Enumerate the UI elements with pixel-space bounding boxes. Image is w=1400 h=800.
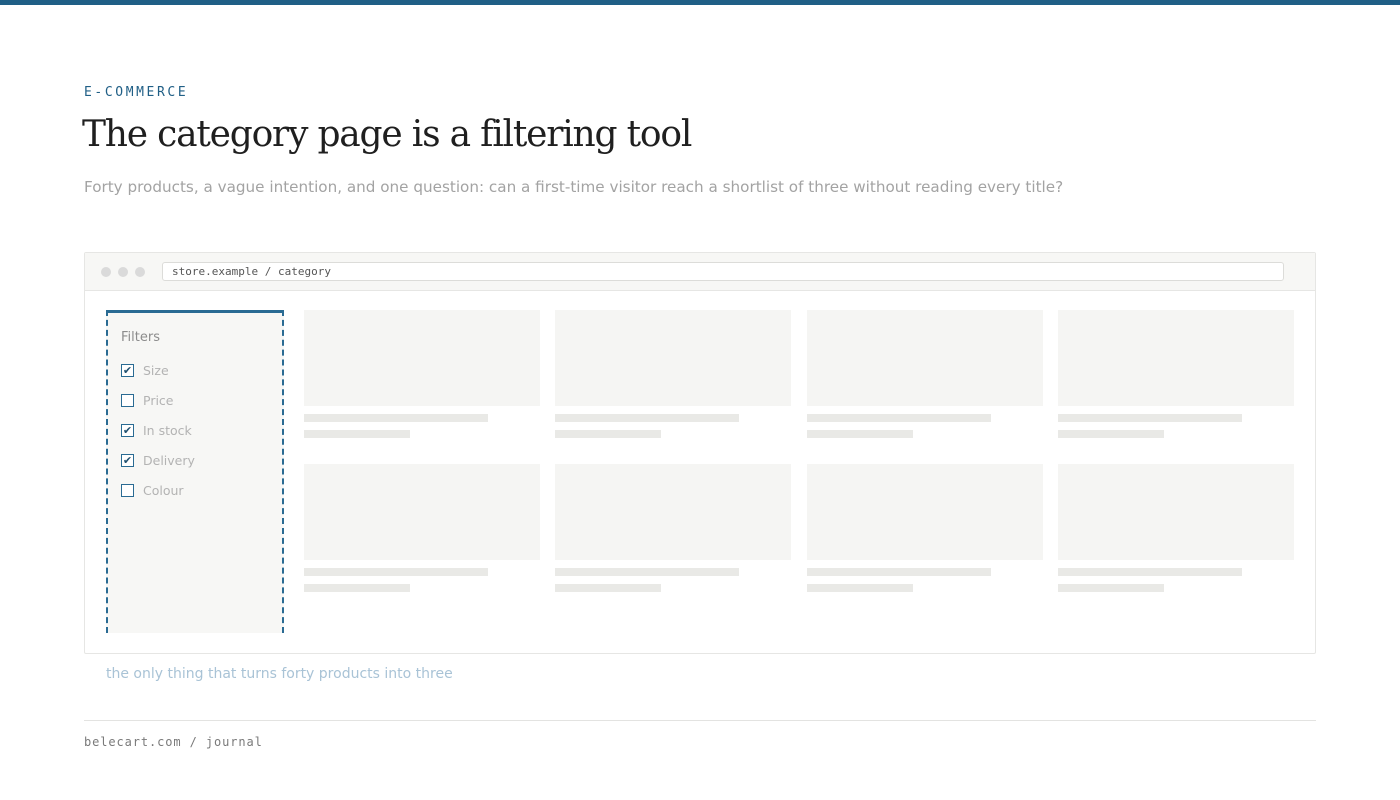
browser-chrome: store.example / category [85, 253, 1315, 291]
product-title-placeholder [1058, 568, 1242, 576]
product-price-placeholder [1058, 430, 1164, 438]
product-price-placeholder [807, 584, 913, 592]
product-price-placeholder [807, 430, 913, 438]
product-card-placeholder[interactable] [1058, 310, 1294, 438]
footer-credit: belecart.com / journal [84, 735, 263, 749]
filter-label: In stock [143, 423, 192, 438]
product-card-placeholder[interactable] [304, 464, 540, 592]
product-image-placeholder [1058, 310, 1294, 406]
checkbox[interactable] [121, 394, 134, 407]
product-image-placeholder [555, 310, 791, 406]
checkbox[interactable] [121, 484, 134, 497]
address-bar[interactable]: store.example / category [162, 262, 1284, 281]
checkbox[interactable]: ✔ [121, 454, 134, 467]
top-accent-bar [0, 0, 1400, 5]
product-price-placeholder [304, 430, 410, 438]
window-dot-icon [118, 267, 128, 277]
product-title-placeholder [807, 568, 991, 576]
product-image-placeholder [807, 310, 1043, 406]
page-subtitle: Forty products, a vague intention, and o… [84, 178, 1064, 196]
checkbox[interactable]: ✔ [121, 424, 134, 437]
product-image-placeholder [807, 464, 1043, 560]
filters-title: Filters [121, 330, 160, 345]
filters-panel: Filters ✔ Size Price ✔ In stock ✔ Delive… [106, 310, 284, 633]
product-card-placeholder[interactable] [304, 310, 540, 438]
product-price-placeholder [555, 430, 661, 438]
filter-label: Price [143, 393, 174, 408]
product-image-placeholder [1058, 464, 1294, 560]
footer-divider [84, 720, 1316, 721]
product-card-placeholder[interactable] [807, 464, 1043, 592]
product-price-placeholder [555, 584, 661, 592]
filter-label: Delivery [143, 453, 195, 468]
product-card-placeholder[interactable] [555, 310, 791, 438]
product-card-placeholder[interactable] [807, 310, 1043, 438]
product-price-placeholder [1058, 584, 1164, 592]
product-title-placeholder [1058, 414, 1242, 422]
window-dot-icon [135, 267, 145, 277]
checkbox[interactable]: ✔ [121, 364, 134, 377]
window-dot-icon [101, 267, 111, 277]
filter-label: Size [143, 363, 169, 378]
page-title: The category page is a filtering tool [82, 114, 692, 155]
product-image-placeholder [304, 464, 540, 560]
product-title-placeholder [304, 414, 488, 422]
product-card-placeholder[interactable] [555, 464, 791, 592]
product-title-placeholder [555, 414, 739, 422]
product-price-placeholder [304, 584, 410, 592]
product-title-placeholder [304, 568, 488, 576]
filter-label: Colour [143, 483, 184, 498]
section-eyebrow: E-COMMERCE [84, 85, 189, 100]
product-image-placeholder [304, 310, 540, 406]
annotation-caption: the only thing that turns forty products… [106, 666, 453, 682]
product-title-placeholder [555, 568, 739, 576]
product-title-placeholder [807, 414, 991, 422]
product-image-placeholder [555, 464, 791, 560]
product-card-placeholder[interactable] [1058, 464, 1294, 592]
browser-mockup: store.example / category Filters ✔ Size … [84, 252, 1316, 654]
